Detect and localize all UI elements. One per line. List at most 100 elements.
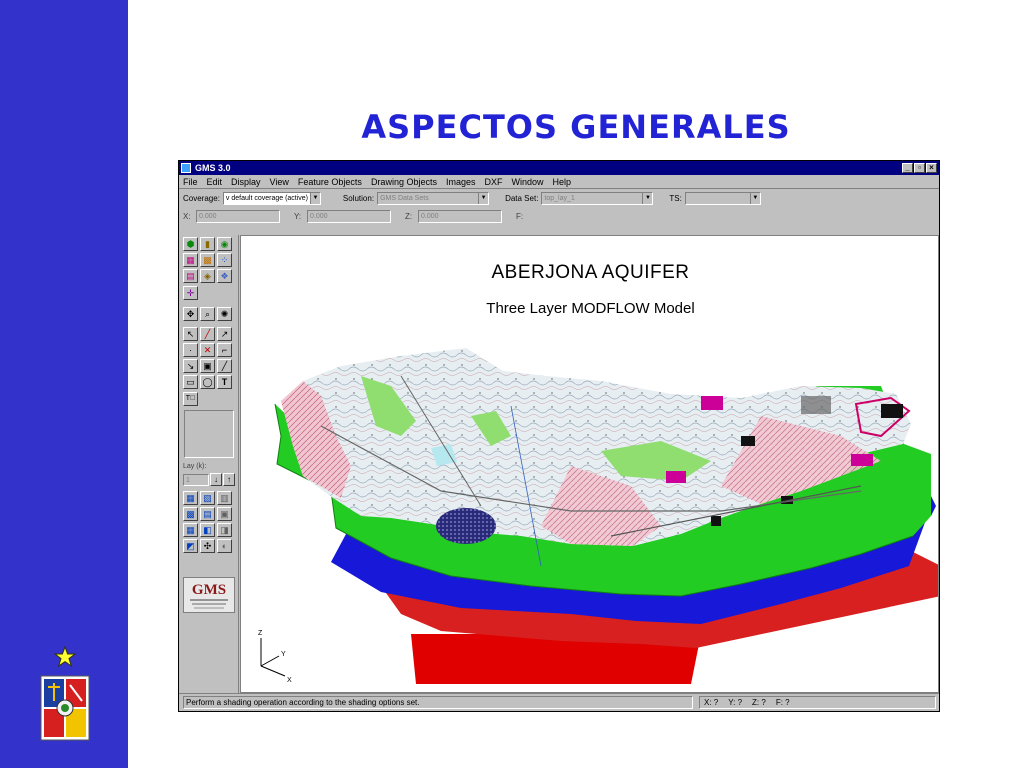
status-x: X: ?: [704, 698, 719, 707]
chevron-down-icon: ▼: [478, 192, 489, 204]
app-icon: [181, 163, 191, 173]
map-module-icon[interactable]: ❖: [217, 269, 232, 283]
oval-tool-icon[interactable]: ◯: [200, 375, 215, 389]
grid-display-icon[interactable]: ▩: [183, 507, 198, 521]
rotate-icon[interactable]: ✺: [217, 307, 232, 321]
z-field[interactable]: 0.000: [418, 209, 502, 223]
slide-sidebar: [0, 0, 128, 768]
status-f: F: ?: [775, 698, 790, 707]
coordinates-row: X: 0.000 Y: 0.000 Z: 0.000 F:: [179, 207, 939, 225]
menu-display[interactable]: Display: [231, 177, 261, 187]
close-button[interactable]: ×: [926, 163, 937, 173]
y-label: Y:: [294, 211, 302, 221]
solution-value: GMS Data Sets: [380, 194, 429, 202]
layer-up-button[interactable]: ↑: [223, 473, 235, 486]
tin-module-icon[interactable]: ◉: [217, 237, 232, 251]
coverage-select[interactable]: v default coverage (active) ▼: [222, 191, 321, 205]
menu-file[interactable]: File: [183, 177, 198, 187]
oblique-view-icon[interactable]: ◩: [183, 539, 198, 553]
status-z: Z: ?: [752, 698, 766, 707]
select-node-icon[interactable]: ↖: [183, 327, 198, 341]
university-seal-icon: [40, 675, 90, 741]
aquifer-3d-model: Z Y X: [258, 348, 938, 684]
select-object-icon[interactable]: ↘: [183, 359, 198, 373]
y-field[interactable]: 0.000: [307, 209, 391, 223]
minimize-button[interactable]: _: [902, 163, 913, 173]
shade-options-icon[interactable]: ▦: [183, 491, 198, 505]
layer-down-button[interactable]: ↓: [210, 473, 222, 486]
text-edit-icon[interactable]: T⃞: [183, 392, 198, 406]
points-module-icon[interactable]: ⁘: [217, 253, 232, 267]
dataset-label: Data Set:: [505, 193, 539, 203]
refresh-icon[interactable]: ◐: [217, 539, 232, 553]
ts-select[interactable]: ▼: [684, 191, 761, 205]
menu-images[interactable]: Images: [446, 177, 476, 187]
draw-line-icon[interactable]: ╱: [217, 359, 232, 373]
scatter-module-icon[interactable]: ▩: [200, 253, 215, 267]
create-vertex-icon[interactable]: ✕: [200, 343, 215, 357]
grid-module-icon[interactable]: ▦: [183, 253, 198, 267]
axis-x-label: X: [287, 677, 292, 684]
dataset-value: top_lay_1: [544, 194, 575, 202]
contour-options-icon[interactable]: ▧: [200, 491, 215, 505]
window-title: GMS 3.0: [195, 163, 231, 173]
chevron-down-icon: ▼: [309, 192, 320, 204]
mesh-module-icon[interactable]: ⬢: [183, 237, 198, 251]
f-label: F:: [516, 211, 524, 221]
front-view-icon[interactable]: ◧: [200, 523, 215, 537]
status-message: Perform a shading operation according to…: [183, 696, 693, 709]
x-field[interactable]: 0.000: [196, 209, 280, 223]
solution-select[interactable]: GMS Data Sets ▼: [377, 191, 490, 205]
x-label: X:: [183, 211, 191, 221]
chevron-down-icon: ▼: [642, 192, 653, 204]
gms-logo: GMS: [183, 577, 235, 613]
toolbox-palette: ⬢ ▮ ◉ ▦ ▩ ⁘ ▤ ◈ ❖ ✛ ✥ ⌕ ✺ ↖ ╱ ↗ · ✕ ⌐ ↘ …: [179, 235, 239, 693]
plan-view-icon[interactable]: ▦: [183, 523, 198, 537]
window-titlebar[interactable]: GMS 3.0 _ ▫ ×: [179, 161, 939, 175]
menu-window[interactable]: Window: [511, 177, 543, 187]
display-options-icon[interactable]: ▥: [217, 491, 232, 505]
solution-label: Solution:: [342, 193, 375, 203]
borehole-module-icon[interactable]: ▮: [200, 237, 215, 251]
menu-dxf[interactable]: DXF: [484, 177, 502, 187]
select-arc-icon[interactable]: ↗: [217, 327, 232, 341]
menu-feature-objects[interactable]: Feature Objects: [298, 177, 362, 187]
select-region-icon[interactable]: ▣: [200, 359, 215, 373]
layer-label: Lay (k):: [183, 463, 207, 470]
zoom-icon[interactable]: ⌕: [200, 307, 215, 321]
rectangle-tool-icon[interactable]: ▭: [183, 375, 198, 389]
solid-module-icon[interactable]: ◈: [200, 269, 215, 283]
coverage-label: Coverage:: [183, 193, 220, 203]
coverage-value: v default coverage (active): [225, 194, 309, 202]
status-y: Y: ?: [728, 698, 743, 707]
layer-display-icon[interactable]: ▣: [217, 507, 232, 521]
text-tool-icon[interactable]: T: [217, 375, 232, 389]
cell-display-icon[interactable]: ▤: [200, 507, 215, 521]
menu-drawing-objects[interactable]: Drawing Objects: [371, 177, 437, 187]
menu-view[interactable]: View: [270, 177, 289, 187]
menu-edit[interactable]: Edit: [207, 177, 223, 187]
star-icon: [54, 646, 76, 668]
side-view-icon[interactable]: ◨: [217, 523, 232, 537]
gms-window: GMS 3.0 _ ▫ × File Edit Display View Fea…: [178, 160, 940, 712]
feature-objects-icon[interactable]: ✛: [183, 286, 198, 300]
3d-grid-module-icon[interactable]: ▤: [183, 269, 198, 283]
status-bar: Perform a shading operation according to…: [179, 693, 939, 711]
status-coordinates: X: ? Y: ? Z: ? F: ?: [699, 696, 936, 709]
ts-label: TS:: [669, 193, 682, 203]
dataset-select[interactable]: top_lay_1 ▼: [541, 191, 654, 205]
axis-z-label: Z: [258, 630, 263, 637]
pan-icon[interactable]: ✥: [183, 307, 198, 321]
svg-text:GMS: GMS: [192, 582, 226, 598]
graphics-viewport[interactable]: ABERJONA AQUIFER Three Layer MODFLOW Mod…: [240, 235, 939, 693]
create-line-icon[interactable]: ⌐: [217, 343, 232, 357]
create-point-icon[interactable]: ·: [183, 343, 198, 357]
coverage-row: Coverage: v default coverage (active) ▼ …: [179, 189, 939, 207]
slide-title: ASPECTOS GENERALES: [361, 108, 791, 146]
menu-bar: File Edit Display View Feature Objects D…: [179, 175, 939, 189]
create-arc-icon[interactable]: ╱: [200, 327, 215, 341]
frame-icon[interactable]: ✣: [200, 539, 215, 553]
layer-field[interactable]: 1: [183, 474, 209, 486]
maximize-button[interactable]: ▫: [914, 163, 925, 173]
menu-help[interactable]: Help: [553, 177, 572, 187]
